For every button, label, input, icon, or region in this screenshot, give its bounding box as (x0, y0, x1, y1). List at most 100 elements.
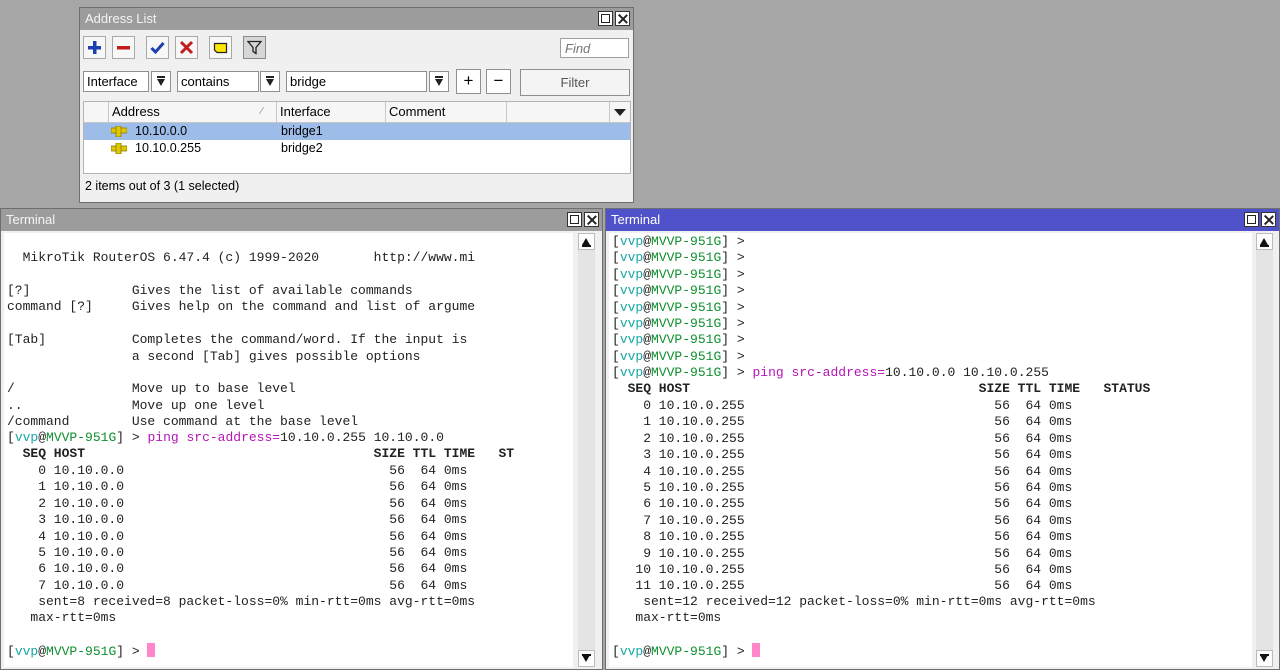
prompt-host: MVVP-951G (46, 644, 117, 659)
vertical-scrollbar[interactable] (1256, 233, 1273, 667)
prompt-user: vvp (619, 316, 644, 331)
filter-row: Interface contains bridge + − Filter (83, 69, 631, 96)
terminal-banner: MikroTik RouterOS 6.47.4 (c) 1999-2020 h… (7, 250, 476, 265)
table-header: Address ⁄ Interface Comment (84, 102, 630, 123)
add-filter-button[interactable]: + (456, 69, 481, 94)
toolbar (83, 36, 631, 62)
scroll-down-icon[interactable] (578, 650, 595, 667)
prompt-user: vvp (619, 348, 644, 364)
help-line: a second [Tab] gives possible options (7, 348, 421, 364)
terminal-output[interactable]: MikroTik RouterOS 6.47.4 (c) 1999-2020 h… (4, 233, 573, 667)
ping-row: 11 10.10.0.255 56 64 0ms (612, 578, 1073, 594)
close-icon[interactable] (584, 212, 599, 227)
command-line: [vvp@MVVP-951G] > ping src-address=10.10… (612, 365, 1049, 380)
prompt-line: [vvp@MVVP-951G] > (612, 234, 745, 249)
ping-row: 0 10.10.0.0 56 64 0ms (7, 463, 468, 478)
column-comment[interactable]: Comment (386, 102, 507, 122)
filter-operator-select[interactable]: contains (177, 71, 259, 92)
prompt-line: [vvp@MVVP-951G] > (612, 283, 745, 299)
scroll-down-icon[interactable] (1256, 650, 1273, 667)
prompt-host: MVVP-951G (46, 430, 117, 445)
disable-button[interactable] (175, 36, 198, 59)
prompt-host: MVVP-951G (651, 299, 722, 315)
table-row[interactable]: 10.10.0.255 bridge2 (84, 140, 630, 157)
terminal-output[interactable]: [vvp@MVVP-951G] > [vvp@MVVP-951G] > [vvp@M… (609, 233, 1252, 667)
scroll-up-icon[interactable] (578, 233, 595, 250)
window-title: Address List (85, 11, 157, 26)
ping-row: 3 10.10.0.255 56 64 0ms (612, 447, 1073, 463)
column-spacer (84, 102, 109, 122)
ping-row: 4 10.10.0.0 56 64 0ms (7, 528, 468, 544)
help-line: / Move up to base level (7, 381, 296, 397)
column-address[interactable]: Address (109, 102, 277, 122)
minus-icon (117, 46, 130, 50)
terminal-window-left: Terminal MikroTik RouterOS 6.47.4 (c) 19… (0, 208, 603, 670)
help-line: /command Use command at the base level (7, 414, 359, 430)
find-input[interactable] (560, 38, 629, 58)
x-icon (179, 40, 194, 55)
enable-button[interactable] (146, 36, 169, 59)
chevron-down-icon[interactable] (151, 71, 171, 92)
maximize-icon[interactable] (1244, 212, 1259, 227)
prompt-user: vvp (619, 332, 644, 348)
prompt-user: vvp (619, 299, 644, 315)
remove-button[interactable] (112, 36, 135, 59)
filter-toggle-button[interactable] (243, 36, 266, 59)
prompt-line[interactable]: [vvp@MVVP-951G] > (612, 643, 761, 660)
ping-row: 4 10.10.0.255 56 64 0ms (612, 463, 1073, 479)
address-list-titlebar[interactable]: Address List (80, 8, 633, 30)
comment-button[interactable] (209, 36, 232, 59)
prompt-host: MVVP-951G (651, 644, 722, 659)
check-icon (150, 42, 165, 55)
maximize-icon[interactable] (567, 212, 582, 227)
table-row[interactable]: 10.10.0.0 bridge1 (84, 123, 630, 140)
vertical-scrollbar[interactable] (578, 233, 595, 667)
chevron-down-icon[interactable] (429, 71, 449, 92)
add-button[interactable] (83, 36, 106, 59)
status-bar: 2 items out of 3 (1 selected) (85, 179, 240, 193)
close-icon[interactable] (1261, 212, 1276, 227)
help-line: [Tab] Completes the command/word. If the… (7, 332, 468, 348)
prompt-user: vvp (619, 644, 644, 659)
column-menu-icon[interactable] (614, 109, 626, 116)
maximize-icon[interactable] (598, 11, 613, 26)
ping-row: 5 10.10.0.255 56 64 0ms (612, 480, 1073, 495)
help-line: .. Move up one level (7, 397, 265, 413)
ping-summary: sent=12 received=12 packet-loss=0% min-r… (612, 594, 1096, 609)
ping-row: 10 10.10.0.255 56 64 0ms (612, 562, 1073, 577)
sort-icon: ⁄ (261, 106, 263, 117)
ping-row: 0 10.10.0.255 56 64 0ms (612, 398, 1073, 413)
prompt-host: MVVP-951G (651, 283, 722, 299)
scroll-up-icon[interactable] (1256, 233, 1273, 250)
filter-field-select[interactable]: Interface (83, 71, 149, 92)
prompt-line: [vvp@MVVP-951G] > (612, 250, 745, 266)
chevron-down-icon[interactable] (260, 71, 280, 92)
filter-button[interactable]: Filter (520, 69, 630, 96)
ping-row: 7 10.10.0.255 56 64 0ms (612, 512, 1073, 528)
column-interface[interactable]: Interface (277, 102, 386, 122)
prompt-user: vvp (619, 266, 644, 282)
text-cursor (147, 643, 156, 657)
address-icon (111, 126, 127, 137)
terminal-titlebar[interactable]: Terminal (606, 209, 1279, 231)
window-title: Terminal (611, 212, 661, 227)
command-args: 10.10.0.0 10.10.0.255 (885, 365, 1049, 380)
remove-filter-button[interactable]: − (486, 69, 511, 94)
plus-icon (88, 41, 101, 54)
prompt-user: vvp (14, 430, 39, 445)
ping-row: 6 10.10.0.0 56 64 0ms (7, 561, 468, 577)
ping-summary: sent=8 received=8 packet-loss=0% min-rtt… (7, 594, 476, 609)
terminal-titlebar[interactable]: Terminal (1, 209, 602, 231)
prompt-line: [vvp@MVVP-951G] > (612, 316, 745, 331)
prompt-line[interactable]: [vvp@MVVP-951G] > (7, 643, 156, 660)
command: ping src-address= (147, 430, 281, 445)
text-cursor (752, 643, 761, 657)
prompt-host: MVVP-951G (651, 365, 722, 380)
ping-row: 1 10.10.0.255 56 64 0ms (612, 414, 1073, 430)
close-icon[interactable] (615, 11, 630, 26)
ping-row: 1 10.10.0.0 56 64 0ms (7, 479, 468, 495)
filter-value-input[interactable]: bridge (286, 71, 427, 92)
prompt-line: [vvp@MVVP-951G] > (612, 299, 745, 315)
cell-interface: bridge2 (281, 141, 323, 155)
prompt-host: MVVP-951G (651, 266, 722, 282)
